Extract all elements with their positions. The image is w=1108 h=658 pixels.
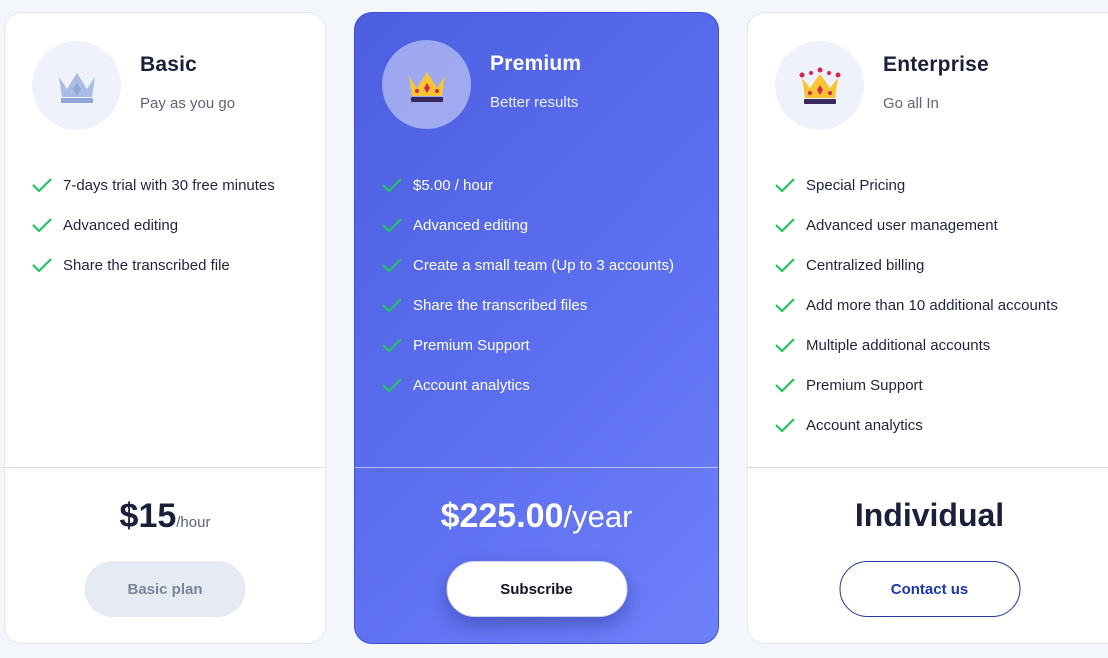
feature-list: $5.00 / hour Advanced editing Create a s…	[381, 165, 674, 405]
feature-item: Create a small team (Up to 3 accounts)	[381, 245, 674, 285]
feature-item: Share the transcribed files	[381, 285, 674, 325]
plan-subtitle: Pay as you go	[140, 95, 236, 112]
check-icon	[775, 178, 795, 193]
pricing-card-enterprise: Enterprise Go all In Special Pricing Adv…	[747, 12, 1108, 644]
check-icon	[775, 258, 795, 273]
basic-plan-button[interactable]: Basic plan	[84, 561, 246, 617]
feature-label: Multiple additional accounts	[806, 336, 991, 354]
check-icon	[382, 258, 402, 273]
feature-list: 7-days trial with 30 free minutes Advanc…	[31, 165, 275, 285]
plan-icon-circle	[775, 41, 864, 130]
check-icon	[775, 378, 795, 393]
plan-header: Premium Better results	[382, 40, 581, 129]
check-icon	[32, 178, 52, 193]
plan-price: Individual	[748, 497, 1108, 534]
feature-label: Premium Support	[806, 376, 923, 394]
feature-item: Multiple additional accounts	[774, 325, 1058, 365]
feature-item: Account analytics	[774, 405, 1058, 445]
feature-item: $5.00 / hour	[381, 165, 674, 205]
plan-name: Enterprise	[883, 53, 989, 76]
feature-label: Special Pricing	[806, 176, 906, 194]
pricing-card-basic: Basic Pay as you go 7-days trial with 30…	[4, 12, 326, 644]
feature-item: Premium Support	[774, 365, 1058, 405]
subscribe-button[interactable]: Subscribe	[446, 561, 627, 617]
feature-label: Advanced editing	[413, 216, 529, 234]
pricing-card-premium: Premium Better results $5.00 / hour Adva…	[354, 12, 719, 644]
feature-label: Create a small team (Up to 3 accounts)	[413, 256, 674, 274]
check-icon	[32, 218, 52, 233]
feature-label: Advanced user management	[806, 216, 998, 234]
check-icon	[775, 218, 795, 233]
crown-icon	[799, 67, 840, 104]
check-icon	[382, 218, 402, 233]
plan-price: $225.00/year	[355, 497, 718, 536]
divider	[748, 467, 1108, 468]
divider	[5, 467, 325, 468]
plan-price: $15/hour	[5, 497, 325, 536]
price-unit: /hour	[176, 514, 211, 531]
feature-label: Account analytics	[806, 416, 923, 434]
plan-name: Premium	[490, 52, 582, 75]
plan-header: Enterprise Go all In	[775, 41, 989, 130]
feature-item: Centralized billing	[774, 245, 1058, 285]
plan-header: Basic Pay as you go	[32, 41, 235, 130]
check-icon	[775, 418, 795, 433]
contact-us-button[interactable]: Contact us	[839, 561, 1020, 617]
feature-label: Share the transcribed file	[63, 256, 230, 274]
check-icon	[32, 258, 52, 273]
feature-item: Special Pricing	[774, 165, 1058, 205]
plan-subtitle: Go all In	[883, 95, 939, 112]
check-icon	[382, 338, 402, 353]
feature-label: 7-days trial with 30 free minutes	[63, 176, 275, 194]
plan-icon-circle	[32, 41, 121, 130]
feature-label: Advanced editing	[63, 216, 179, 234]
check-icon	[775, 298, 795, 313]
feature-label: Premium Support	[413, 336, 530, 354]
feature-label: Account analytics	[413, 376, 530, 394]
feature-item: Advanced user management	[774, 205, 1058, 245]
plan-name: Basic	[140, 53, 198, 76]
check-icon	[382, 298, 402, 313]
divider	[355, 467, 718, 468]
feature-label: Centralized billing	[806, 256, 925, 274]
feature-label: Share the transcribed files	[413, 296, 588, 314]
feature-item: Share the transcribed file	[31, 245, 275, 285]
price-unit: /year	[563, 499, 633, 534]
feature-label: Add more than 10 additional accounts	[806, 296, 1058, 314]
plan-subtitle: Better results	[490, 94, 579, 111]
crown-icon	[58, 72, 95, 103]
check-icon	[382, 178, 402, 193]
feature-label: $5.00 / hour	[413, 176, 494, 194]
feature-item: Add more than 10 additional accounts	[774, 285, 1058, 325]
plan-icon-circle	[382, 40, 471, 129]
check-icon	[775, 338, 795, 353]
price-amount: $15	[119, 497, 177, 535]
feature-list: Special Pricing Advanced user management…	[774, 165, 1058, 445]
feature-item: Account analytics	[381, 365, 674, 405]
feature-item: Advanced editing	[381, 205, 674, 245]
feature-item: Advanced editing	[31, 205, 275, 245]
crown-icon	[408, 71, 445, 102]
feature-item: Premium Support	[381, 325, 674, 365]
price-amount: Individual	[854, 497, 1005, 533]
price-amount: $225.00	[440, 497, 564, 535]
feature-item: 7-days trial with 30 free minutes	[31, 165, 275, 205]
check-icon	[382, 378, 402, 393]
